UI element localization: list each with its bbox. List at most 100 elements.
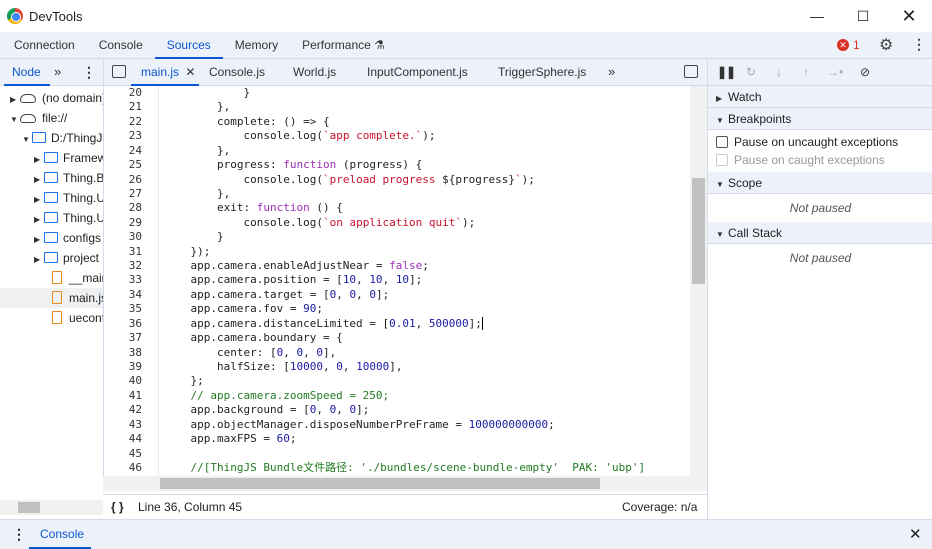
line-number[interactable]: 31: [104, 245, 142, 259]
navigator-menu-icon[interactable]: ⋮: [82, 59, 96, 85]
settings-gear-icon[interactable]: ⚙: [879, 35, 893, 55]
tab-console[interactable]: Console: [87, 32, 155, 58]
navigator-item[interactable]: ▼ D:/ThingJS: [0, 128, 103, 148]
line-number[interactable]: 37: [104, 331, 142, 345]
line-number[interactable]: 24: [104, 144, 142, 158]
drawer-tab-console[interactable]: Console: [40, 527, 84, 541]
code-line[interactable]: app.camera.boundary = {: [164, 331, 342, 345]
tab-memory[interactable]: Memory: [223, 32, 290, 58]
code-line[interactable]: console.log(`on application quit`);: [164, 216, 475, 230]
step-icon[interactable]: →•: [827, 59, 843, 85]
line-number[interactable]: 41: [104, 389, 142, 403]
navigator-item[interactable]: main.js: [0, 288, 103, 308]
expand-triangle-icon[interactable]: ▶: [10, 90, 18, 110]
expand-triangle-icon[interactable]: ▶: [34, 190, 42, 210]
code-line[interactable]: center: [0, 0, 0],: [164, 346, 336, 360]
code-line[interactable]: app.camera.distanceLimited = [0.01, 5000…: [164, 316, 483, 331]
line-number[interactable]: 39: [104, 360, 142, 374]
breakpoints-section-header[interactable]: ▼ Breakpoints: [708, 108, 932, 130]
navigator-tab-node[interactable]: Node: [12, 59, 41, 85]
close-icon[interactable]: ✕: [886, 0, 932, 32]
drawer-menu-icon[interactable]: ⋮: [12, 526, 26, 543]
scope-section-header[interactable]: ▼ Scope: [708, 172, 932, 194]
line-number[interactable]: 46: [104, 461, 142, 475]
editor-vertical-scroll-thumb[interactable]: [692, 178, 705, 284]
code-line[interactable]: progress: function (progress) {: [164, 158, 422, 172]
code-line[interactable]: app.maxFPS = 60;: [164, 432, 296, 446]
pause-uncaught-checkbox[interactable]: Pause on uncaught exceptions: [716, 135, 898, 149]
more-options-icon[interactable]: ⋮: [912, 36, 926, 53]
close-tab-icon[interactable]: ✕: [185, 65, 195, 79]
line-number[interactable]: 42: [104, 403, 142, 417]
expand-triangle-icon[interactable]: ▶: [34, 250, 42, 270]
code-line[interactable]: }: [164, 86, 250, 100]
editor-tab-triggersphere-js[interactable]: TriggerSphere.js: [498, 59, 586, 85]
editor-tab-console-js[interactable]: Console.js: [209, 59, 265, 85]
line-number[interactable]: 40: [104, 374, 142, 388]
line-number[interactable]: 27: [104, 187, 142, 201]
code-line[interactable]: });: [164, 245, 210, 259]
pretty-print-icon[interactable]: { }: [111, 495, 124, 519]
navigator-item[interactable]: ▶ Thing.UE: [0, 208, 103, 228]
navigator-item[interactable]: ▶ Framework: [0, 148, 103, 168]
tab-sources[interactable]: Sources: [154, 32, 223, 59]
navigator-horizontal-scrollbar[interactable]: [0, 500, 103, 515]
toggle-navigator-icon[interactable]: [112, 65, 126, 78]
step-into-icon[interactable]: ↓: [776, 59, 782, 85]
editor-tab-main-js[interactable]: main.js ✕: [141, 59, 195, 85]
line-number[interactable]: 36: [104, 317, 142, 331]
line-number[interactable]: 29: [104, 216, 142, 230]
toggle-debugger-icon[interactable]: [684, 65, 698, 78]
line-number[interactable]: 26: [104, 173, 142, 187]
line-number[interactable]: 30: [104, 230, 142, 244]
line-number[interactable]: 32: [104, 259, 142, 273]
code-line[interactable]: complete: () => {: [164, 115, 330, 129]
collapse-triangle-icon[interactable]: ▼: [22, 130, 30, 150]
code-line[interactable]: },: [164, 187, 230, 201]
step-out-icon[interactable]: ↑: [803, 59, 809, 85]
deactivate-breakpoints-icon[interactable]: ⊘: [860, 59, 870, 85]
error-counter[interactable]: ✕ 1: [837, 38, 860, 52]
line-number[interactable]: 45: [104, 447, 142, 461]
code-line[interactable]: app.background = [0, 0, 0];: [164, 403, 369, 417]
code-line[interactable]: };: [164, 374, 203, 388]
navigator-item[interactable]: __main__.js: [0, 268, 103, 288]
line-number[interactable]: 38: [104, 346, 142, 360]
line-number[interactable]: 22: [104, 115, 142, 129]
navigator-item[interactable]: ▶ configs: [0, 228, 103, 248]
code-line[interactable]: app.camera.enableAdjustNear = false;: [164, 259, 428, 273]
navigator-item[interactable]: ▼ file://: [0, 108, 103, 128]
pause-caught-checkbox[interactable]: Pause on caught exceptions: [716, 153, 885, 167]
code-line[interactable]: console.log(`preload progress ${progress…: [164, 173, 534, 187]
line-number[interactable]: 44: [104, 432, 142, 446]
more-editor-tabs-chevron-icon[interactable]: »: [608, 59, 615, 85]
expand-triangle-icon[interactable]: ▶: [34, 210, 42, 230]
editor-tab-inputcomponent-js[interactable]: InputComponent.js: [367, 59, 468, 85]
navigator-item[interactable]: ▶ Thing.UI: [0, 188, 103, 208]
step-over-icon[interactable]: ↻: [746, 59, 756, 85]
code-line[interactable]: app.camera.position = [10, 10, 10];: [164, 273, 422, 287]
code-editor[interactable]: 20 } 21 }, 22 complete: () => {23 console.…: [103, 86, 707, 476]
code-line[interactable]: halfSize: [10000, 0, 10000],: [164, 360, 403, 374]
line-number[interactable]: 28: [104, 201, 142, 215]
line-number[interactable]: 25: [104, 158, 142, 172]
code-line[interactable]: app.camera.target = [0, 0, 0];: [164, 288, 389, 302]
code-line[interactable]: },: [164, 144, 230, 158]
navigator-item[interactable]: ▶ Thing.Bundle: [0, 168, 103, 188]
expand-triangle-icon[interactable]: ▶: [34, 150, 42, 170]
collapse-triangle-icon[interactable]: ▼: [10, 110, 18, 130]
code-line[interactable]: exit: function () {: [164, 201, 343, 215]
editor-horizontal-scroll-thumb[interactable]: [160, 478, 600, 489]
pause-script-icon[interactable]: ❚❚: [717, 59, 736, 85]
expand-triangle-icon[interactable]: ▶: [34, 230, 42, 250]
close-drawer-icon[interactable]: ✕: [909, 525, 922, 543]
line-number[interactable]: 34: [104, 288, 142, 302]
call-stack-section-header[interactable]: ▼ Call Stack: [708, 222, 932, 244]
line-number[interactable]: 20: [104, 86, 142, 100]
line-number[interactable]: 33: [104, 273, 142, 287]
code-line[interactable]: //[ThingJS Bundle文件路径: './bundles/scene-…: [164, 461, 645, 475]
navigator-item[interactable]: ▶ (no domain): [0, 88, 103, 108]
tab-connection[interactable]: Connection: [2, 32, 87, 58]
code-line[interactable]: app.camera.fov = 90;: [164, 302, 322, 316]
navigator-item[interactable]: ueconfig.js: [0, 308, 103, 328]
